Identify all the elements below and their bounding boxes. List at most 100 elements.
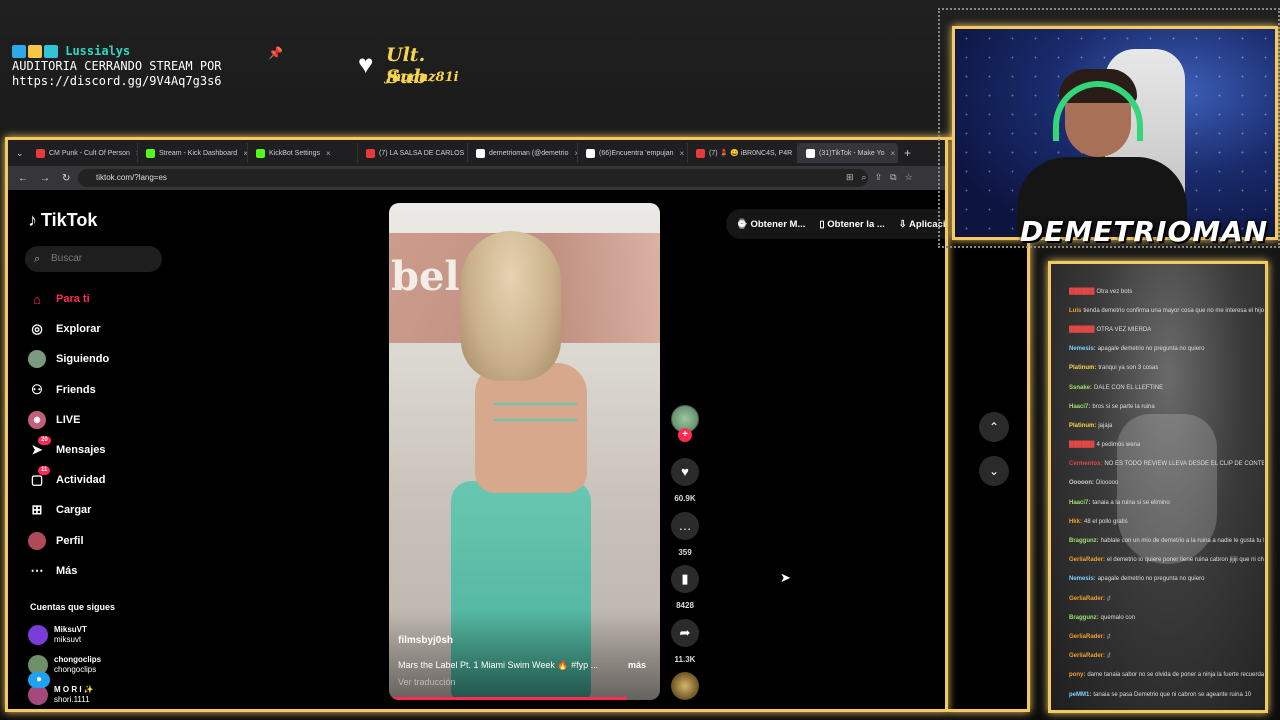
tab-title: demetrioman (@demetrio <box>489 149 569 157</box>
sidebar-item-label: Cargar <box>56 504 92 517</box>
chat-message: Haaci7: tanaia a la ruina si se elimino <box>1069 493 1264 512</box>
install-icon[interactable]: ⧉ <box>890 172 896 183</box>
tiktok-logo[interactable]: ♪ TikTok <box>28 210 97 231</box>
forward-icon[interactable]: → <box>40 173 50 184</box>
chat-message: ██████ OTRA VEZ MIERDA <box>1069 320 1264 339</box>
tab-favicon-icon <box>146 148 155 158</box>
music-disc-icon[interactable] <box>671 672 699 700</box>
zoom-icon[interactable]: ⌕ <box>862 172 867 183</box>
get-app-pill[interactable]: ▯ Obtener la ... <box>819 219 884 230</box>
browser-tab[interactable]: demetrioman (@demetrio× <box>468 143 578 163</box>
like-button[interactable]: ♥ <box>671 458 699 486</box>
share-count: 11.3K <box>674 655 696 664</box>
sidebar-item-label: Perfil <box>56 534 84 547</box>
caption-more-link[interactable]: más <box>628 660 646 670</box>
tab-close-icon[interactable]: × <box>891 149 896 158</box>
sidebar-item-profile[interactable]: Perfil <box>28 526 109 556</box>
translate-link[interactable]: Ver traducción <box>398 677 456 687</box>
chat-username: Platinum: <box>1069 422 1097 429</box>
sidebar-item-home[interactable]: ⌂ Para ti <box>28 284 109 314</box>
sidebar-item-activity[interactable]: ▢ Actividad 11 <box>28 465 109 495</box>
back-icon[interactable]: ← <box>18 173 28 184</box>
chat-username: peMM1: <box>1069 691 1092 698</box>
chat-badges <box>12 45 58 58</box>
account-handle: miksuvt <box>54 635 82 644</box>
tab-title: (7) 💄 😄 iBR0NC4S, P4R <box>709 150 793 157</box>
sidebar-item-following-avatar[interactable]: Siguiendo <box>28 344 109 374</box>
chat-message: Ssnake: DALE CON EL LLEFTINE <box>1069 378 1264 397</box>
last-sub-name: Jhoanz81i <box>386 70 459 85</box>
bookmark-button[interactable]: ▮ <box>671 565 699 593</box>
chat-message: ██████ 4 pedimos wena <box>1069 436 1264 455</box>
chat-username: Braggunz: <box>1069 614 1099 621</box>
chat-text: DALE CON EL LLEFTINE <box>1094 384 1164 391</box>
new-tab-button[interactable]: + <box>904 146 911 160</box>
chat-message: Haaci7: bros si se parte la ruina <box>1069 397 1264 416</box>
share-icon[interactable]: ⇪ <box>875 172 883 183</box>
chat-message: Hkk: 48 el pollo gratis <box>1069 512 1264 531</box>
url-field[interactable]: tiktok.com/?lang=es <box>78 169 868 187</box>
previous-video-button[interactable]: ⌃ <box>979 412 1009 442</box>
chat-username: ██████ <box>1069 288 1095 295</box>
next-video-button[interactable]: ⌄ <box>979 456 1009 486</box>
sidebar-item-more[interactable]: ⋯ Más <box>28 556 109 586</box>
reload-icon[interactable]: ↻ <box>62 173 72 184</box>
video-author[interactable]: filmsbyj0sh <box>398 635 453 646</box>
browser-tab[interactable]: (7) LA SALSA DE CARLOS× <box>358 143 468 163</box>
search-input[interactable]: ⌕ Buscar <box>25 246 162 272</box>
get-app-pill[interactable]: ⌚ Obtener M... <box>736 219 805 230</box>
crown-badge-icon <box>28 45 42 58</box>
browser-tab[interactable]: (31)TikTok - Make Yo × <box>798 143 898 163</box>
tab-close-icon[interactable]: × <box>680 149 685 158</box>
pill-icon: ⇩ <box>898 218 910 230</box>
tab-bar: ⌄ CM Punk - Cult Of Person×Stream - Kick… <box>8 140 945 166</box>
alert-overlay: Lussialys AUDITORIA CERRANDO STREAM POR … <box>12 44 222 89</box>
video-player[interactable]: bel filmsbyj0sh Mars the Label Pt. 1 Mia… <box>389 203 660 700</box>
chat-username: Ssnake: <box>1069 384 1093 391</box>
tab-search-icon[interactable]: ⌄ <box>16 148 28 159</box>
star-icon[interactable]: ☆ <box>905 172 913 183</box>
friends-icon: ⚇ <box>31 381 43 397</box>
browser-window: ⌄ CM Punk - Cult Of Person×Stream - Kick… <box>5 137 948 712</box>
tab-close-icon[interactable]: × <box>326 149 331 158</box>
chat-text: apagale demetrio no pregunta no quiero <box>1097 576 1205 583</box>
account-display-name: MiksuVT <box>54 625 87 634</box>
chat-message: GerliaRader: ¡! <box>1069 647 1264 666</box>
sidebar-item-live[interactable]: ◉ LIVE <box>28 405 109 435</box>
home-icon: ⌂ <box>33 291 41 307</box>
tab-favicon-icon <box>476 148 485 158</box>
chat-text: bros si se parte la ruina <box>1092 403 1155 410</box>
browser-tab[interactable]: KickBot Settings × <box>248 143 358 163</box>
sidebar-item-friends[interactable]: ⚇ Friends <box>28 375 109 405</box>
share-button[interactable]: ➦ <box>671 619 699 647</box>
chat-text: ¡! <box>1107 595 1111 602</box>
browser-tab[interactable]: Stream - Kick Dashboard × <box>138 143 248 163</box>
chat-text: apagale demetrio no pregunta no quiero <box>1097 346 1205 353</box>
notification-badge: 11 <box>38 466 51 476</box>
sidebar-item-messages[interactable]: ➤ Mensajes 20 <box>28 435 109 465</box>
browser-tab[interactable]: (66)Encuentra 'empujan × <box>578 143 688 163</box>
following-account[interactable]: MiksuVT miksuvt <box>28 620 101 650</box>
tab-title: (31)TikTok - Make Yo <box>819 149 885 157</box>
chat-message: pony: dame tanaia sabor no se olvida de p… <box>1069 666 1264 685</box>
chat-message: Nemesis: apagale demetrio no pregunta no … <box>1069 570 1264 589</box>
comment-button[interactable]: … <box>671 512 699 540</box>
chat-username: Braggunz: <box>1069 538 1099 545</box>
floating-app-icon[interactable]: ● <box>28 672 50 688</box>
sidebar-item-label: Mensajes <box>56 444 106 457</box>
chat-message: Cermentos: NO ES TODO REVIEW LLEVA DESDE … <box>1069 455 1264 474</box>
browser-tab[interactable]: CM Punk - Cult Of Person× <box>28 143 138 163</box>
follow-plus-icon[interactable]: + <box>678 428 692 442</box>
webcam-feed <box>952 26 1278 240</box>
tab-favicon-icon <box>36 148 45 158</box>
chat-username: Platinum: <box>1069 365 1097 372</box>
browser-tab[interactable]: (7) 💄 😄 iBR0NC4S, P4R× <box>688 143 798 163</box>
chat-text: quemalo con <box>1100 614 1136 621</box>
sidebar-item-upload[interactable]: ⊞ Cargar <box>28 495 109 525</box>
sidebar-item-compass[interactable]: ◎ Explorar <box>28 314 109 344</box>
video-progress-bar[interactable] <box>389 697 628 700</box>
mouse-cursor-icon: ➤ <box>780 570 791 585</box>
last-sub-widget: ♥ Ult. Sub Jhoanz81i <box>358 42 468 88</box>
translate-icon[interactable]: ⊞ <box>846 172 854 183</box>
tab-favicon-icon <box>366 148 375 158</box>
